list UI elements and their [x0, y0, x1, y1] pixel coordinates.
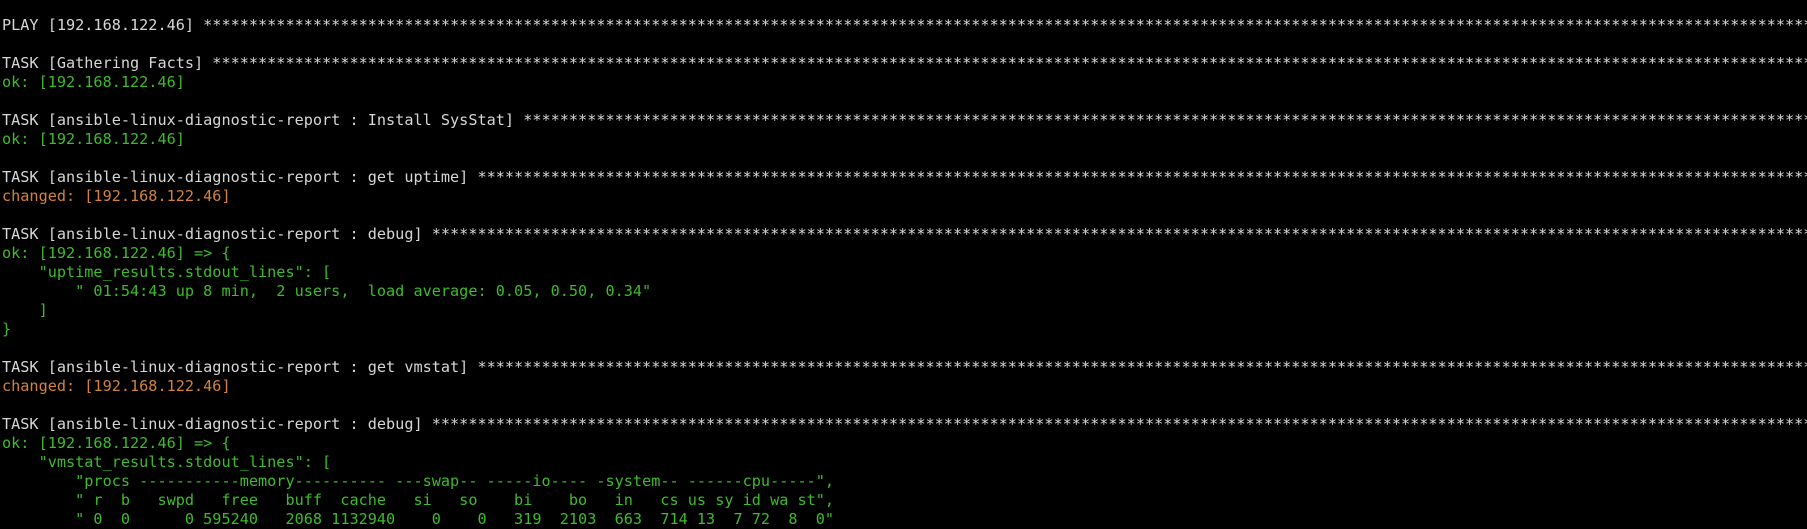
debug-output-line: "procs -----------memory---------- ---sw… — [2, 472, 835, 490]
debug-output-line: " 0 0 0 595240 2068 1132940 0 0 319 2103… — [2, 510, 835, 528]
debug-output-line: " 01:54:43 up 8 min, 2 users, load avera… — [2, 282, 652, 300]
task-result-line: ok: [192.168.122.46] — [2, 130, 185, 148]
task-result-line: ok: [192.168.122.46] — [2, 73, 185, 91]
debug-output-line: ok: [192.168.122.46] => { — [2, 434, 231, 452]
task-header-line: TASK [ansible-linux-diagnostic-report : … — [2, 225, 1807, 243]
debug-output-line: "uptime_results.stdout_lines": [ — [2, 263, 332, 281]
task-header-line: TASK [Gathering Facts] *****************… — [2, 54, 1807, 72]
task-result-line: changed: [192.168.122.46] — [2, 377, 231, 395]
task-header-line: TASK [ansible-linux-diagnostic-report : … — [2, 415, 1807, 433]
debug-output-line: " r b swpd free buff cache si so bi bo i… — [2, 491, 835, 509]
debug-output-line: ] — [2, 301, 48, 319]
debug-output-line: } — [2, 320, 12, 338]
task-header-line: TASK [ansible-linux-diagnostic-report : … — [2, 168, 1807, 186]
debug-output-line: "vmstat_results.stdout_lines": [ — [2, 453, 332, 471]
task-result-line: changed: [192.168.122.46] — [2, 187, 231, 205]
terminal-window[interactable]: PLAY [192.168.122.46] ******************… — [0, 0, 1807, 529]
play-header-line: PLAY [192.168.122.46] ******************… — [2, 16, 1807, 34]
task-header-line: TASK [ansible-linux-diagnostic-report : … — [2, 111, 1807, 129]
task-header-line: TASK [ansible-linux-diagnostic-report : … — [2, 358, 1807, 376]
debug-output-line: ok: [192.168.122.46] => { — [2, 244, 231, 262]
